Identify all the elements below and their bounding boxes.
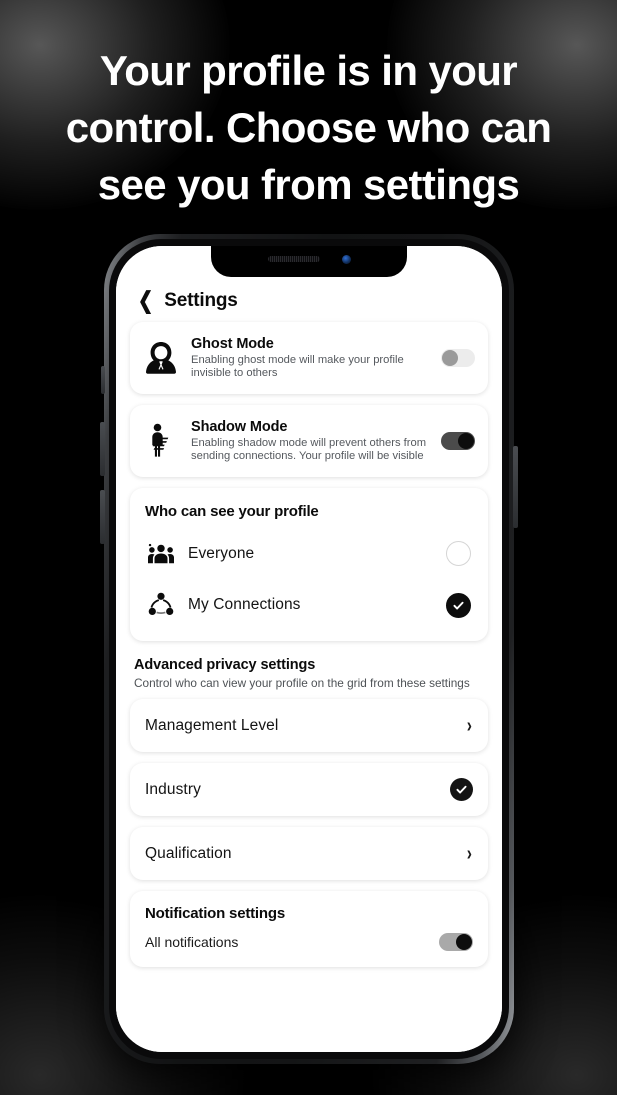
headline-text: Your profile is in your control. Choose … bbox=[65, 47, 552, 208]
visibility-radio-everyone[interactable] bbox=[446, 541, 471, 566]
chevron-right-icon[interactable]: › bbox=[467, 716, 472, 736]
all-notifications-label: All notifications bbox=[145, 934, 239, 950]
power-button[interactable] bbox=[513, 446, 518, 528]
check-circle-icon[interactable] bbox=[450, 778, 473, 801]
visibility-radio-my-connections[interactable] bbox=[446, 592, 471, 618]
ghost-person-icon bbox=[142, 341, 180, 375]
all-notifications-row[interactable]: All notifications bbox=[145, 933, 473, 951]
phone-bezel: ❮ Settings Ghost Mode Enabling ghost mod… bbox=[109, 239, 509, 1059]
visibility-option-everyone[interactable]: Everyone bbox=[145, 534, 473, 573]
ghost-mode-card[interactable]: Ghost Mode Enabling ghost mode will make… bbox=[130, 322, 488, 394]
front-camera-icon bbox=[341, 254, 351, 264]
advanced-privacy-description: Control who can view your profile on the… bbox=[134, 676, 470, 690]
advanced-item-industry[interactable]: Industry bbox=[130, 763, 488, 816]
network-share-icon bbox=[147, 592, 175, 618]
shadow-mode-toggle[interactable] bbox=[441, 432, 475, 450]
advanced-privacy-title: Advanced privacy settings bbox=[134, 657, 316, 673]
people-group-icon bbox=[147, 543, 175, 565]
notification-settings-title: Notification settings bbox=[145, 905, 285, 922]
ghost-mode-description: Enabling ghost mode will make your profi… bbox=[191, 353, 404, 379]
advanced-item-management-level[interactable]: Management Level › bbox=[130, 699, 488, 752]
volume-down-button[interactable] bbox=[100, 490, 105, 544]
ghost-mode-text: Ghost Mode Enabling ghost mode will make… bbox=[191, 336, 430, 381]
volume-up-button[interactable] bbox=[100, 422, 105, 476]
chevron-left-icon[interactable]: ❮ bbox=[138, 289, 153, 312]
profile-visibility-title: Who can see your profile bbox=[145, 503, 319, 520]
profile-visibility-card: Who can see your profile Everyone My Con… bbox=[130, 488, 488, 641]
ghost-mode-toggle-knob bbox=[442, 350, 458, 366]
ghost-mode-row[interactable]: Ghost Mode Enabling ghost mode will make… bbox=[130, 322, 488, 394]
silent-switch[interactable] bbox=[101, 366, 105, 394]
advanced-privacy-header: Advanced privacy settings Control who ca… bbox=[130, 654, 488, 699]
ghost-mode-title: Ghost Mode bbox=[191, 335, 274, 352]
advanced-item-industry-label: Industry bbox=[145, 780, 201, 798]
all-notifications-toggle-knob bbox=[456, 934, 472, 950]
ghost-mode-toggle[interactable] bbox=[441, 349, 475, 367]
advanced-item-qualification-label: Qualification bbox=[145, 844, 232, 862]
all-notifications-toggle[interactable] bbox=[439, 933, 473, 951]
visibility-option-everyone-label: Everyone bbox=[188, 544, 255, 562]
advanced-item-management-level-label: Management Level bbox=[145, 716, 279, 734]
phone-mockup: ❮ Settings Ghost Mode Enabling ghost mod… bbox=[100, 234, 518, 1064]
chevron-right-icon[interactable]: › bbox=[467, 844, 472, 864]
shadow-mode-text: Shadow Mode Enabling shadow mode will pr… bbox=[191, 419, 430, 464]
speaker-grille-icon bbox=[267, 256, 320, 262]
walking-person-icon bbox=[142, 423, 180, 459]
visibility-option-my-connections-label: My Connections bbox=[188, 596, 301, 613]
advanced-item-qualification[interactable]: Qualification › bbox=[130, 827, 488, 880]
shadow-mode-toggle-knob bbox=[458, 433, 474, 449]
settings-screen: ❮ Settings Ghost Mode Enabling ghost mod… bbox=[116, 246, 502, 1052]
phone-screen: ❮ Settings Ghost Mode Enabling ghost mod… bbox=[116, 246, 502, 1052]
phone-notch bbox=[211, 246, 407, 277]
shadow-mode-title: Shadow Mode bbox=[191, 418, 288, 435]
shadow-mode-description: Enabling shadow mode will prevent others… bbox=[191, 436, 427, 462]
visibility-option-my-connections[interactable]: My Connections bbox=[145, 585, 473, 625]
notification-settings-card: Notification settings All notifications bbox=[130, 891, 488, 967]
page-title: Settings bbox=[164, 289, 238, 311]
shadow-mode-card[interactable]: Shadow Mode Enabling shadow mode will pr… bbox=[130, 405, 488, 477]
shadow-mode-row[interactable]: Shadow Mode Enabling shadow mode will pr… bbox=[130, 405, 488, 477]
poster-canvas: Your profile is in your control. Choose … bbox=[0, 0, 617, 1095]
